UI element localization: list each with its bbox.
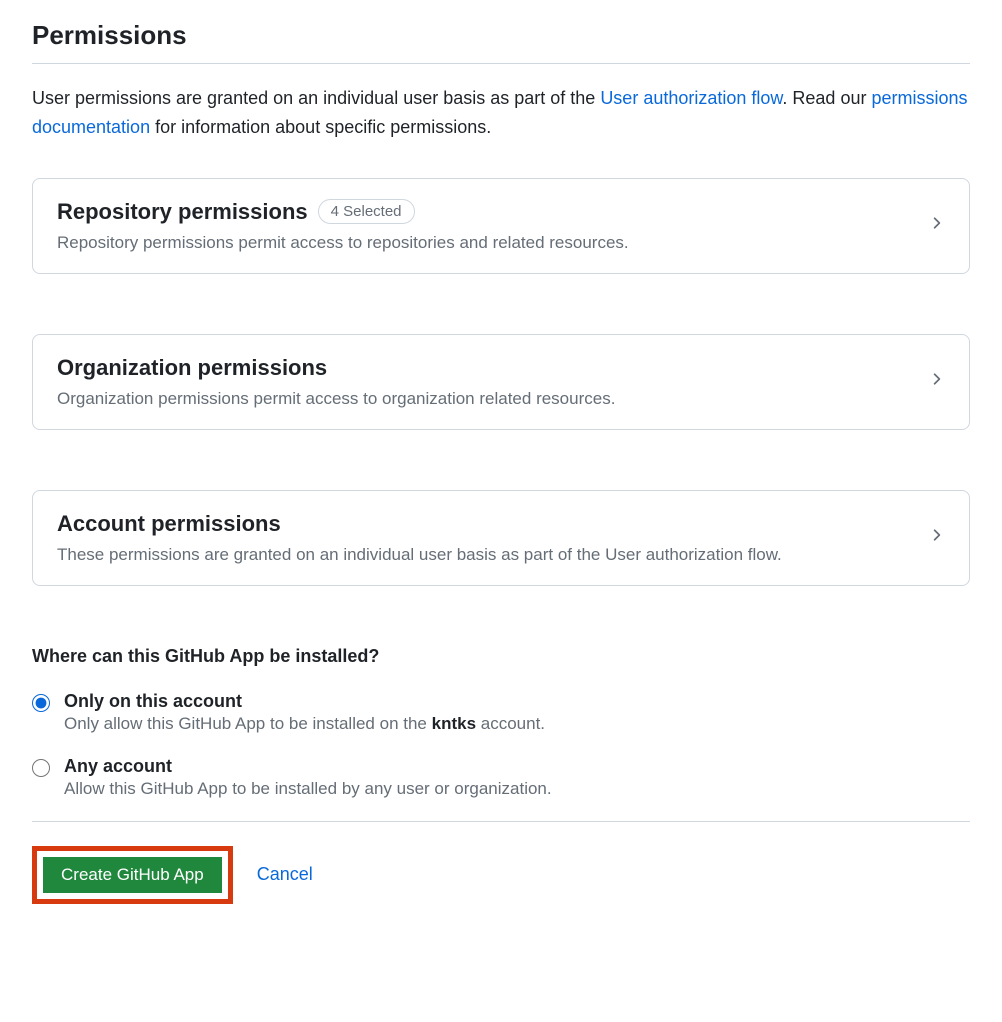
account-permissions-title: Account permissions [57, 511, 281, 537]
create-github-app-button[interactable]: Create GitHub App [43, 857, 222, 893]
chevron-right-icon [927, 370, 945, 393]
radio-any-account[interactable] [32, 759, 50, 777]
radio-only-this-account[interactable] [32, 694, 50, 712]
intro-text-3: for information about specific permissio… [150, 117, 491, 137]
organization-permissions-card[interactable]: Organization permissions Organization pe… [32, 334, 970, 430]
user-authorization-flow-link[interactable]: User authorization flow [600, 88, 782, 108]
radio-label-only-this-account[interactable]: Only on this account [64, 691, 970, 712]
radio-label-any-account[interactable]: Any account [64, 756, 970, 777]
account-name: kntks [432, 714, 476, 733]
repository-permissions-badge: 4 Selected [318, 199, 415, 224]
account-permissions-desc: These permissions are granted on an indi… [57, 545, 927, 565]
divider [32, 821, 970, 822]
permissions-heading: Permissions [32, 20, 970, 64]
account-permissions-card[interactable]: Account permissions These permissions ar… [32, 490, 970, 586]
organization-permissions-title: Organization permissions [57, 355, 327, 381]
install-option-any-account[interactable]: Any account Allow this GitHub App to be … [32, 756, 970, 799]
repository-permissions-desc: Repository permissions permit access to … [57, 233, 927, 253]
intro-text-1: User permissions are granted on an indiv… [32, 88, 600, 108]
chevron-right-icon [927, 526, 945, 549]
install-option-only-this-account[interactable]: Only on this account Only allow this Git… [32, 691, 970, 734]
radio-desc-any-account: Allow this GitHub App to be installed by… [64, 779, 970, 799]
install-location-heading: Where can this GitHub App be installed? [32, 646, 970, 667]
create-button-highlight: Create GitHub App [32, 846, 233, 904]
organization-permissions-desc: Organization permissions permit access t… [57, 389, 927, 409]
radio-desc-only-this-account: Only allow this GitHub App to be install… [64, 714, 970, 734]
cancel-link[interactable]: Cancel [257, 864, 313, 885]
chevron-right-icon [927, 214, 945, 237]
intro-text-2: . Read our [782, 88, 871, 108]
repository-permissions-card[interactable]: Repository permissions 4 Selected Reposi… [32, 178, 970, 274]
repository-permissions-title: Repository permissions [57, 199, 308, 225]
permissions-intro: User permissions are granted on an indiv… [32, 84, 970, 142]
